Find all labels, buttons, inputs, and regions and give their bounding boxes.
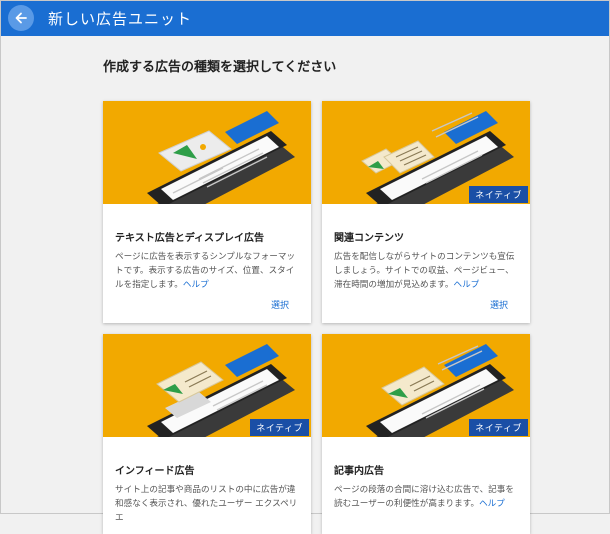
ad-type-card-related-content[interactable]: ネイティブ 関連コンテンツ 広告を配信しながらサイトのコンテンツも宣伝しましょう… — [322, 101, 530, 323]
card-description: ページに広告を表示するシンプルなフォーマットです。表示する広告のサイズ、位置、ス… — [115, 252, 296, 290]
native-badge: ネイティブ — [469, 419, 528, 436]
ad-type-card-text-display[interactable]: テキスト広告とディスプレイ広告 ページに広告を表示するシンプルなフォーマットです… — [103, 101, 311, 323]
ad-type-card-in-feed[interactable]: ネイティブ インフィード広告 サイト上の記事や商品のリストの中に広告が違和感なく… — [103, 334, 311, 534]
ad-type-card-in-article[interactable]: ネイティブ 記事内広告 ページの段落の合間に溶け込む広告で、記事を読むユーザーの… — [322, 334, 530, 534]
help-link[interactable]: ヘルプ — [479, 499, 505, 509]
in-article-illustration: ネイティブ — [322, 334, 530, 437]
select-button[interactable]: 選択 — [490, 298, 508, 311]
card-description: サイト上の記事や商品のリストの中に広告が違和感なく表示され、優れたユーザー エク… — [115, 485, 298, 523]
text-display-illustration — [103, 101, 311, 204]
page-title: 新しい広告ユニット — [48, 10, 193, 28]
card-title: インフィード広告 — [115, 466, 195, 477]
native-badge: ネイティブ — [469, 186, 528, 203]
related-content-illustration: ネイティブ — [322, 101, 530, 204]
card-title: 記事内広告 — [334, 466, 384, 477]
card-description: ページの段落の合間に溶け込む広告で、記事を読むユーザーの利便性が高まります。ヘル… — [334, 485, 514, 509]
help-link[interactable]: ヘルプ — [183, 280, 209, 290]
arrow-left-icon — [15, 12, 27, 24]
card-description: 広告を配信しながらサイトのコンテンツも宣伝しましょう。サイトでの収益、ページビュ… — [334, 252, 515, 290]
app-header: 新しい広告ユニット — [1, 1, 609, 36]
in-feed-illustration: ネイティブ — [103, 334, 311, 437]
card-title: 関連コンテンツ — [334, 233, 404, 244]
help-link[interactable]: ヘルプ — [453, 280, 479, 290]
native-badge: ネイティブ — [250, 419, 309, 436]
back-button[interactable] — [8, 5, 34, 31]
select-button[interactable]: 選択 — [271, 298, 289, 311]
section-heading: 作成する広告の種類を選択してください — [103, 60, 337, 75]
card-title: テキスト広告とディスプレイ広告 — [115, 233, 264, 244]
